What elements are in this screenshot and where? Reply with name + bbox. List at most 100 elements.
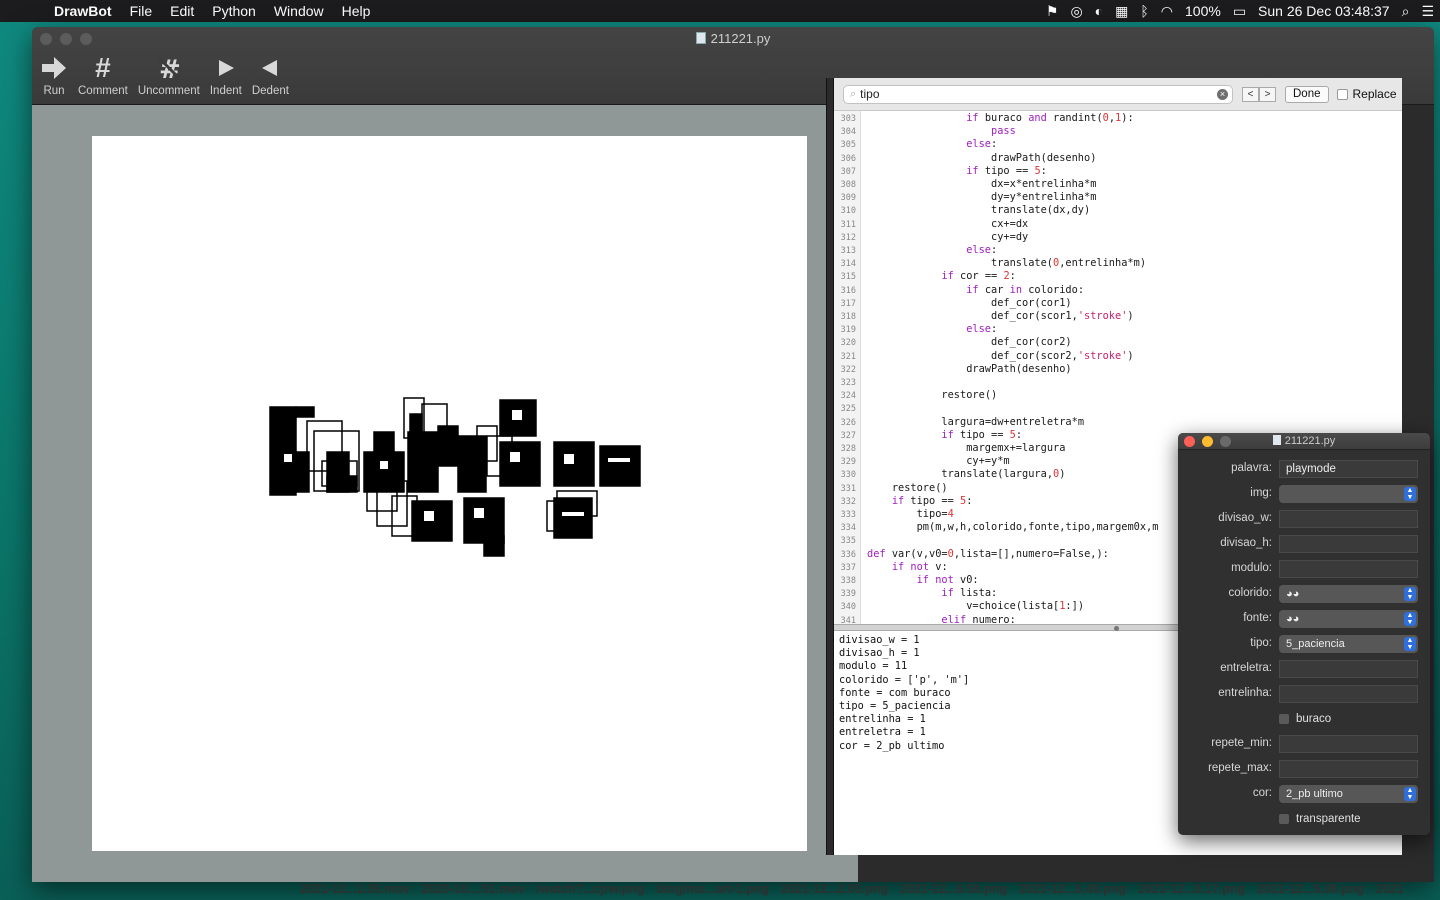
code-line[interactable]: 309 dy=y*entrelinha*m [834,191,1097,204]
palette-row: entrelinha: [1178,684,1430,704]
code-line[interactable]: 340 v=choice(lista[1:]) [834,600,1084,613]
desktop-file[interactable]: 2020-10....51.mov [422,882,525,896]
code-line[interactable]: 339 if lista: [834,587,998,600]
code-line[interactable]: 330 translate(largura,0) [834,468,1066,481]
desktop-file[interactable]: /watch?...cjrw.png [537,882,645,896]
clock[interactable]: Sun 26 Dec 03:48:37 [1258,3,1390,19]
code-line[interactable]: 315 if cor == 2: [834,270,1016,283]
code-line[interactable]: 323 [834,376,867,389]
code-line[interactable]: 322 drawPath(desenho) [834,363,1072,376]
palette-label: palavra: [1231,462,1272,474]
code-line[interactable]: 325 [834,402,867,415]
clear-search-icon[interactable]: × [1217,88,1228,100]
desktop-file[interactable]: 2021 [1376,882,1404,896]
comment-button[interactable]: # Comment [78,52,128,97]
uncomment-button[interactable]: # Uncomment [138,53,200,97]
code-line[interactable]: 336 def var(v,v0=0,lista=[],numero=False,… [834,548,1109,561]
search-icon[interactable]: ⌕ [1402,3,1410,20]
palette-text-field[interactable] [1279,535,1418,553]
palette-text-field[interactable] [1279,685,1418,703]
flag-icon[interactable]: ⚑ [1046,3,1059,20]
palette-popup-button[interactable]: ◕◕ ▲ ▼ [1279,610,1418,628]
menu-python[interactable]: Python [203,3,265,19]
code-line[interactable]: 303 if buraco and randint(0,1): [834,112,1134,125]
find-next-button[interactable]: > [1259,86,1276,102]
code-line[interactable]: 318 def_cor(scor1,'stroke') [834,310,1134,323]
palette-checkbox[interactable]: buraco [1279,713,1331,725]
battery-icon[interactable]: ▭ [1233,3,1246,20]
code-line[interactable]: 311 cx+=dx [834,218,1029,231]
code-line[interactable]: 338 if not v0: [834,574,979,587]
palette-text-field[interactable] [1279,660,1418,678]
replace-toggle[interactable]: Replace [1336,87,1397,101]
desktop-file[interactable]: 2021-12...5.08.png [1257,882,1364,896]
palette-text-field[interactable]: playmode [1279,460,1418,478]
code-line[interactable]: 321 def_cor(scor2,'stroke') [834,350,1134,363]
dark-mode-icon[interactable]: ◐ [1095,3,1103,19]
palette-text-field[interactable] [1279,760,1418,778]
desktop-file[interactable]: 2021-12...2.05.png [781,882,888,896]
run-button[interactable]: Run [40,53,68,97]
code-line[interactable]: 332 if tipo == 5: [834,495,973,508]
palette-text-field[interactable] [1279,735,1418,753]
code-line[interactable]: 329 cy+=y*m [834,455,1010,468]
palette-close-button[interactable] [1184,436,1195,447]
desktop-file[interactable]: 2021-12...5.49.png [1019,882,1126,896]
creative-cloud-icon[interactable]: ◎ [1070,3,1082,20]
canvas-pane[interactable] [32,105,858,882]
find-previous-button[interactable]: < [1242,86,1259,102]
palette-popup-button[interactable]: ◕◕ ▲ ▼ [1279,585,1418,603]
palette-zoom-button[interactable] [1220,436,1231,447]
code-line[interactable]: 327 if tipo == 5: [834,429,1022,442]
desktop-file[interactable]: 2021-12...6.58.png [900,882,1007,896]
code-line[interactable]: 317 def_cor(cor1) [834,297,1072,310]
code-line[interactable]: 326 largura=dw+entreletra*m [834,416,1084,429]
code-line[interactable]: 333 tipo=4 [834,508,954,521]
indent-button[interactable]: Indent [210,53,242,97]
code-line[interactable]: 331 restore() [834,482,948,495]
palette-text-field[interactable] [1279,560,1418,578]
menu-edit[interactable]: Edit [161,3,203,19]
code-line[interactable]: 341 elif numero: [834,614,1016,624]
code-line[interactable]: 314 translate(0,entrelinha*m) [834,257,1146,270]
code-line[interactable]: 312 cy+=dy [834,231,1029,244]
palette-popup-button[interactable]: ▲ ▼ [1279,485,1418,503]
palette-popup-button[interactable]: 5_paciencia ▲ ▼ [1279,635,1418,653]
wifi-icon[interactable]: ◠ [1161,3,1173,20]
find-done-button[interactable]: Done [1285,85,1329,103]
palette-checkbox[interactable]: transparente [1279,813,1361,825]
menu-help[interactable]: Help [333,3,380,19]
code-line[interactable]: 304 pass [834,125,1016,138]
code-line[interactable]: 305 else: [834,138,998,151]
calendar-icon[interactable]: ▦ [1115,3,1128,20]
code-line[interactable]: 319 else: [834,323,998,336]
code-line[interactable]: 320 def_cor(cor2) [834,336,1072,349]
code-line[interactable]: 328 margemx+=largura [834,442,1066,455]
vertical-splitter[interactable] [826,78,834,855]
code-line[interactable]: 308 dx=x*entrelinha*m [834,178,1097,191]
palette-minimize-button[interactable] [1202,436,1213,447]
dedent-button[interactable]: Dedent [252,53,289,97]
desktop-file[interactable]: 2021-12...1.05.mov [300,882,410,896]
code-line[interactable]: 316 if car in colorido: [834,284,1084,297]
code-line[interactable]: 337 if not v: [834,561,948,574]
menu-file[interactable]: File [121,3,162,19]
palette-text-field[interactable] [1279,510,1418,528]
find-bar: ⌕ tipo × < > Done Replace [834,78,1402,111]
app-menu[interactable]: DrawBot [40,3,121,19]
code-line[interactable]: 313 else: [834,244,998,257]
bluetooth-icon[interactable]: ᛒ [1140,3,1148,19]
code-line[interactable]: 310 translate(dx,dy) [834,204,1091,217]
control-center-icon[interactable]: ☰ [1421,3,1434,20]
code-line[interactable]: 334 pm(m,w,h,colorido,fonte,tipo,margem0… [834,521,1159,534]
replace-checkbox[interactable] [1336,88,1348,100]
code-line[interactable]: 324 restore() [834,389,998,402]
code-line[interactable]: 307 if tipo == 5: [834,165,1047,178]
desktop-file[interactable]: blog/mo...art-1.png [657,882,770,896]
menu-window[interactable]: Window [265,3,333,19]
find-field[interactable]: ⌕ tipo × [843,84,1233,104]
code-line[interactable]: 335 [834,534,867,547]
code-line[interactable]: 306 drawPath(desenho) [834,152,1097,165]
desktop-file[interactable]: 2021-12...0.17.png [1138,882,1245,896]
palette-popup-button[interactable]: 2_pb ultimo ▲ ▼ [1279,785,1418,803]
